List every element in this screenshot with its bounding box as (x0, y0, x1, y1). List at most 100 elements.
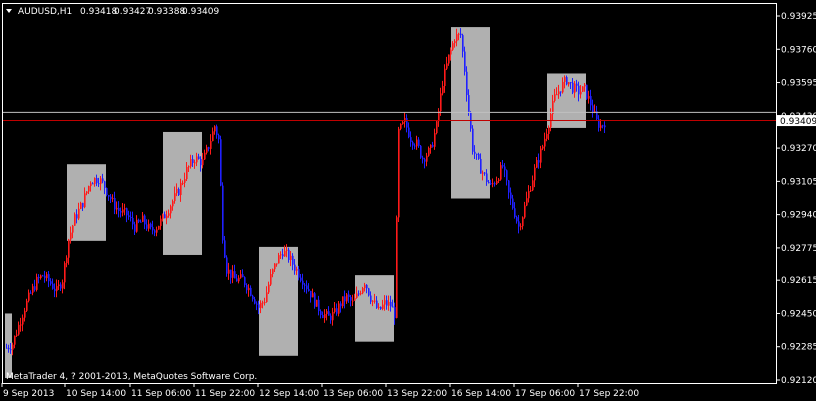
candle-body (116, 207, 118, 210)
candle-body (94, 177, 96, 184)
candle-body (548, 127, 550, 134)
candle-body (144, 215, 146, 225)
candle-body (402, 121, 404, 124)
candle-body (492, 183, 494, 185)
candle-body (530, 190, 532, 192)
candle-body (88, 186, 90, 192)
time-tick-label: 13 Sep 06:00 (323, 389, 383, 399)
candle-body (388, 301, 390, 306)
candle-body (406, 118, 408, 128)
candle-body (340, 303, 342, 307)
candle-body (124, 208, 126, 210)
candle-body (308, 289, 310, 291)
candle-body (506, 170, 508, 181)
candle-body (188, 166, 190, 168)
candle-body (20, 324, 22, 326)
candle-body (410, 137, 412, 143)
candle-body (522, 217, 524, 227)
candle-body (52, 283, 54, 289)
copyright-text: MetaTrader 4, ? 2001-2013, MetaQuotes So… (6, 372, 257, 382)
candle-body (210, 141, 212, 149)
time-tick-label: 17 Sep 22:00 (579, 389, 639, 399)
price-tick-label: 0.93925 (781, 12, 816, 22)
candle-body (404, 118, 406, 122)
candle-body (176, 189, 178, 194)
candle-body (270, 274, 272, 285)
candle-body (96, 177, 98, 184)
candle-body (576, 83, 578, 86)
candle-body (166, 215, 168, 219)
candlestick-chart[interactable]: 0.939250.937600.935950.934300.932700.931… (0, 0, 816, 401)
candle-body (536, 160, 538, 168)
candle-body (92, 183, 94, 185)
candle-body (142, 215, 144, 222)
candle-body (360, 293, 362, 295)
candle-body (36, 276, 38, 290)
candle-body (458, 33, 460, 35)
candle-body (290, 255, 292, 260)
candle-body (186, 167, 188, 180)
chart-background (0, 0, 816, 401)
candle-body (190, 159, 192, 167)
price-tick-label: 0.93760 (781, 45, 816, 55)
candle-body (446, 63, 448, 69)
price-tick-label: 0.92450 (781, 309, 816, 319)
candle-body (22, 317, 24, 325)
candle-body (524, 205, 526, 218)
time-tick-label: 13 Sep 22:00 (387, 389, 447, 399)
candle-body (72, 225, 74, 233)
candle-body (244, 277, 246, 286)
candle-body (354, 297, 356, 301)
candle-body (50, 281, 52, 284)
candle-body (170, 206, 172, 214)
candle-body (366, 284, 368, 289)
candle-body (154, 230, 156, 233)
candle-body (302, 280, 304, 285)
candle-body (430, 144, 432, 148)
candle-body (118, 207, 120, 212)
candle-body (600, 125, 602, 128)
candle-body (264, 302, 266, 304)
candle-body (230, 269, 232, 278)
candle-body (566, 77, 568, 85)
price-tick-label: 0.92615 (781, 276, 816, 286)
candle-body (202, 159, 204, 166)
candle-body (292, 255, 294, 265)
candle-body (496, 181, 498, 184)
candle-body (192, 159, 194, 164)
candle-body (200, 158, 202, 166)
candle-body (70, 232, 72, 240)
symbol-label[interactable]: AUDUSD,H1 (18, 7, 72, 17)
candle-body (266, 292, 268, 303)
candle-body (214, 126, 216, 132)
candle-body (110, 196, 112, 200)
candle-body (454, 41, 456, 44)
candle-body (76, 214, 78, 219)
candle-body (602, 125, 604, 127)
candle-body (60, 284, 62, 289)
candle-body (268, 284, 270, 293)
candle-body (466, 71, 468, 96)
candle-body (236, 278, 238, 282)
candle-body (468, 95, 470, 113)
candle-body (426, 155, 428, 162)
candle-body (542, 146, 544, 149)
candle-body (558, 91, 560, 95)
candle-body (418, 139, 420, 146)
candle-body (478, 154, 480, 159)
candle-body (574, 83, 576, 93)
candle-body (518, 221, 520, 227)
price-tag-value: 0.93409 (780, 117, 816, 127)
candle-body (422, 157, 424, 160)
candle-body (464, 51, 466, 72)
time-tick-label: 17 Sep 06:00 (515, 389, 575, 399)
candle-body (138, 219, 140, 222)
candle-body (400, 123, 402, 129)
candle-body (14, 335, 16, 345)
candle-body (152, 227, 154, 231)
candle-body (300, 277, 302, 281)
candle-body (128, 215, 130, 218)
price-chart[interactable]: 0.939250.937600.935950.934300.932700.931… (0, 0, 816, 401)
candle-body (380, 306, 382, 309)
candle-body (174, 193, 176, 202)
